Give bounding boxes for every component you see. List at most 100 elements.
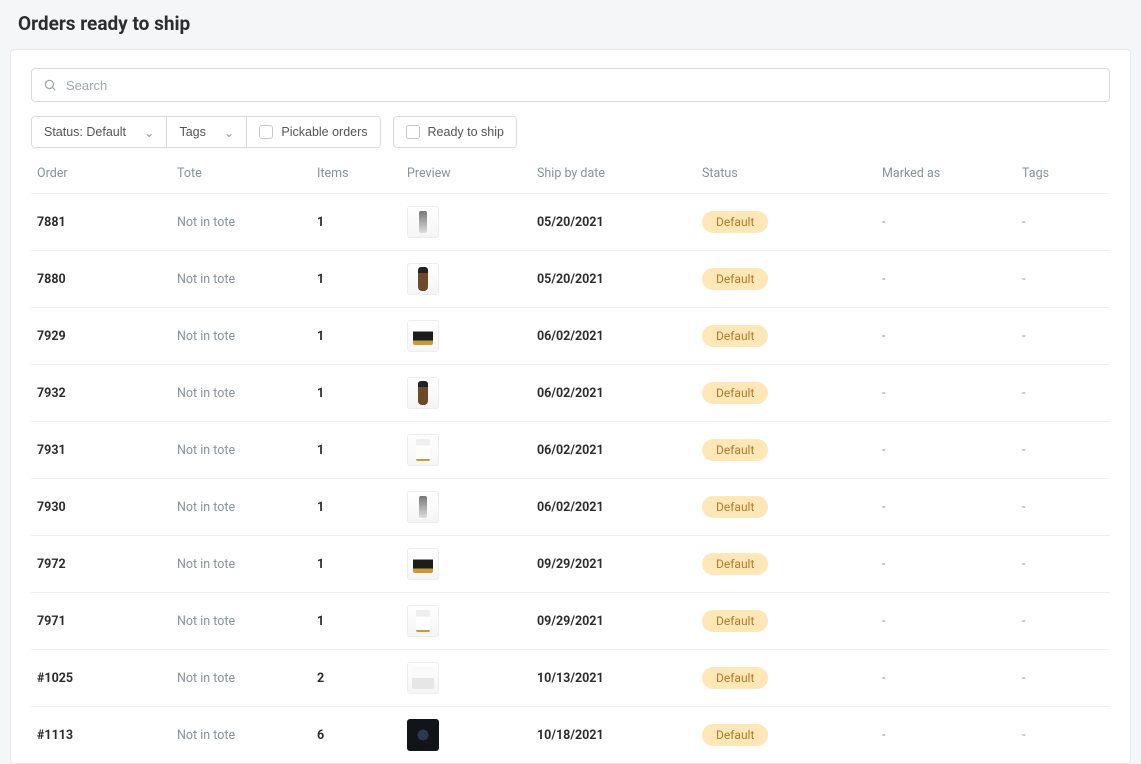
cell-status: Default (696, 308, 876, 365)
table-row[interactable]: 7881Not in tote105/20/2021Default-- (31, 194, 1110, 251)
status-badge: Default (702, 496, 768, 518)
cell-status: Default (696, 251, 876, 308)
cell-ship-by: 06/02/2021 (531, 479, 696, 536)
cell-tags: - (1016, 422, 1110, 479)
ready-to-ship-label: Ready to ship (428, 125, 504, 139)
status-badge: Default (702, 667, 768, 689)
preview-thumb (407, 377, 439, 409)
orders-card: Status: Default ⌄ Tags ⌄ Pickable orders… (10, 49, 1131, 764)
cell-tote: Not in tote (171, 308, 311, 365)
cell-preview (401, 251, 531, 308)
preview-thumb (407, 206, 439, 238)
cell-items: 1 (311, 308, 401, 365)
status-badge: Default (702, 325, 768, 347)
pickable-orders-filter[interactable]: Pickable orders (246, 117, 379, 147)
tags-filter[interactable]: Tags ⌄ (166, 117, 246, 147)
cell-tags: - (1016, 593, 1110, 650)
table-row[interactable]: 7972Not in tote109/29/2021Default-- (31, 536, 1110, 593)
preview-thumb (407, 434, 439, 466)
cell-order: #1025 (31, 650, 171, 707)
cell-order: 7930 (31, 479, 171, 536)
cell-items: 1 (311, 422, 401, 479)
cell-order: 7880 (31, 251, 171, 308)
cell-order: 7929 (31, 308, 171, 365)
chevron-down-icon: ⌄ (144, 125, 154, 140)
cell-tote: Not in tote (171, 707, 311, 764)
cell-items: 6 (311, 707, 401, 764)
cell-marked: - (876, 650, 1016, 707)
table-row[interactable]: 7930Not in tote106/02/2021Default-- (31, 479, 1110, 536)
cell-items: 1 (311, 365, 401, 422)
checkbox-icon (406, 125, 420, 139)
table-row[interactable]: #1025Not in tote210/13/2021Default-- (31, 650, 1110, 707)
cell-marked: - (876, 593, 1016, 650)
cell-marked: - (876, 479, 1016, 536)
cell-tags: - (1016, 650, 1110, 707)
cell-order: #1113 (31, 707, 171, 764)
col-preview[interactable]: Preview (401, 158, 531, 194)
table-row[interactable]: 7880Not in tote105/20/2021Default-- (31, 251, 1110, 308)
cell-marked: - (876, 194, 1016, 251)
cell-preview (401, 194, 531, 251)
cell-tags: - (1016, 194, 1110, 251)
col-status[interactable]: Status (696, 158, 876, 194)
table-row[interactable]: #1113Not in tote610/18/2021Default-- (31, 707, 1110, 764)
pickable-orders-label: Pickable orders (281, 125, 367, 139)
cell-ship-by: 05/20/2021 (531, 194, 696, 251)
cell-marked: - (876, 536, 1016, 593)
cell-tags: - (1016, 365, 1110, 422)
preview-thumb (407, 605, 439, 637)
status-badge: Default (702, 439, 768, 461)
preview-thumb (407, 320, 439, 352)
status-filter[interactable]: Status: Default ⌄ (32, 117, 166, 147)
cell-ship-by: 10/13/2021 (531, 650, 696, 707)
col-ship-by[interactable]: Ship by date (531, 158, 696, 194)
cell-order: 7881 (31, 194, 171, 251)
cell-items: 1 (311, 479, 401, 536)
preview-thumb (407, 548, 439, 580)
cell-preview (401, 479, 531, 536)
ready-to-ship-filter[interactable]: Ready to ship (394, 117, 516, 147)
preview-thumb (407, 263, 439, 295)
chevron-down-icon: ⌄ (224, 125, 234, 140)
col-marked-as[interactable]: Marked as (876, 158, 1016, 194)
cell-ship-by: 09/29/2021 (531, 536, 696, 593)
col-tags[interactable]: Tags (1016, 158, 1110, 194)
cell-items: 1 (311, 536, 401, 593)
cell-status: Default (696, 479, 876, 536)
table-row[interactable]: 7931Not in tote106/02/2021Default-- (31, 422, 1110, 479)
cell-preview (401, 650, 531, 707)
cell-order: 7971 (31, 593, 171, 650)
col-tote[interactable]: Tote (171, 158, 311, 194)
cell-order: 7932 (31, 365, 171, 422)
cell-items: 1 (311, 194, 401, 251)
cell-tote: Not in tote (171, 422, 311, 479)
cell-ship-by: 05/20/2021 (531, 251, 696, 308)
cell-items: 1 (311, 593, 401, 650)
cell-marked: - (876, 422, 1016, 479)
cell-preview (401, 308, 531, 365)
cell-ship-by: 06/02/2021 (531, 422, 696, 479)
cell-tote: Not in tote (171, 251, 311, 308)
preview-thumb (407, 719, 439, 751)
cell-tote: Not in tote (171, 536, 311, 593)
table-row[interactable]: 7971Not in tote109/29/2021Default-- (31, 593, 1110, 650)
table-row[interactable]: 7932Not in tote106/02/2021Default-- (31, 365, 1110, 422)
status-filter-label: Status: Default (44, 125, 126, 139)
orders-table: Order Tote Items Preview Ship by date St… (31, 158, 1110, 763)
cell-items: 1 (311, 251, 401, 308)
search-input[interactable] (31, 68, 1110, 102)
cell-status: Default (696, 422, 876, 479)
table-row[interactable]: 7929Not in tote106/02/2021Default-- (31, 308, 1110, 365)
col-items[interactable]: Items (311, 158, 401, 194)
cell-ship-by: 06/02/2021 (531, 365, 696, 422)
status-badge: Default (702, 268, 768, 290)
cell-preview (401, 422, 531, 479)
col-order[interactable]: Order (31, 158, 171, 194)
cell-tags: - (1016, 308, 1110, 365)
cell-tote: Not in tote (171, 479, 311, 536)
cell-items: 2 (311, 650, 401, 707)
cell-status: Default (696, 365, 876, 422)
cell-tote: Not in tote (171, 194, 311, 251)
cell-status: Default (696, 536, 876, 593)
